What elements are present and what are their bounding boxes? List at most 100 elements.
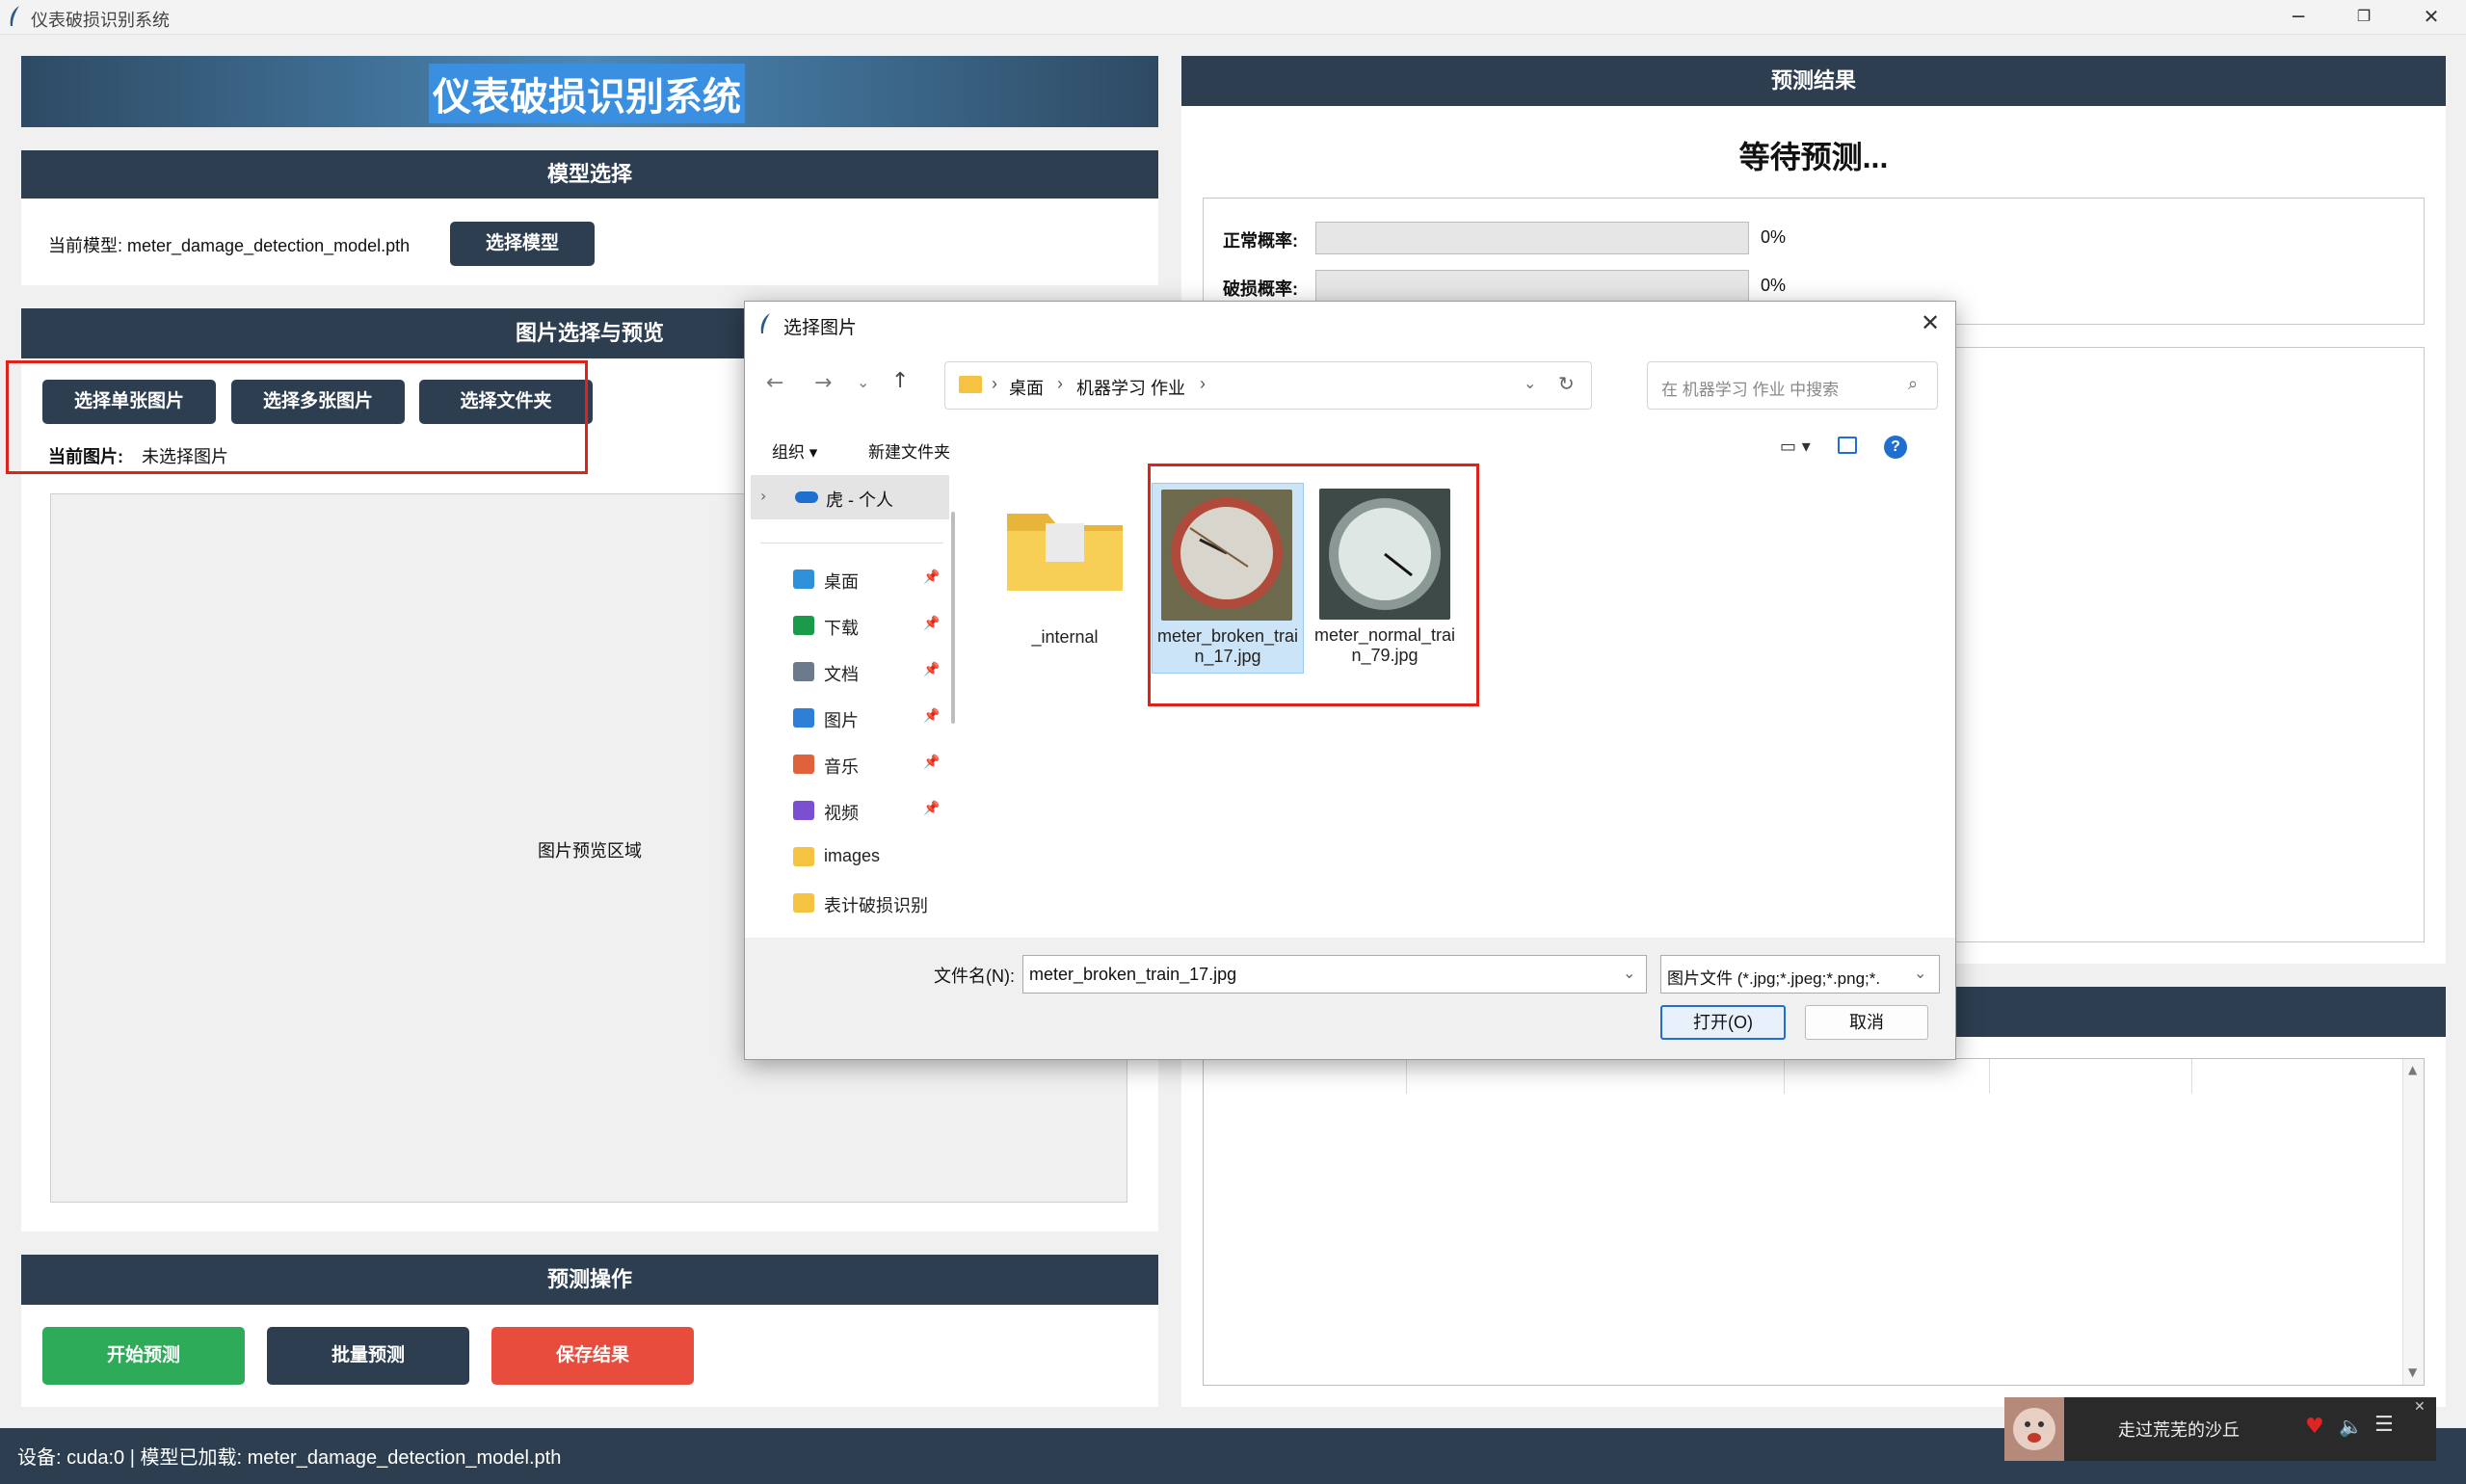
column-divider xyxy=(1406,1059,1407,1094)
search-box[interactable]: 在 机器学习 作业 中搜索 ⌕ xyxy=(1647,361,1938,410)
breadcrumb-ml-homework[interactable]: 机器学习 作业 xyxy=(1076,375,1185,400)
dialog-feather-icon xyxy=(760,313,770,333)
minimize-button[interactable]: ─ xyxy=(2271,0,2325,35)
restore-button[interactable]: ❐ xyxy=(2337,0,2391,35)
filename-input[interactable]: meter_broken_train_17.jpg ⌄ xyxy=(1022,955,1647,994)
select-image-dialog: 选择图片 ✕ ← → ⌄ ↑ › 桌面 › 机器学习 作业 › ⌄ ↻ 在 机器… xyxy=(744,301,1956,1060)
organize-menu[interactable]: 组织 ▾ xyxy=(772,438,817,463)
folder-icon xyxy=(959,376,982,393)
song-title: 走过荒芜的沙丘 xyxy=(2118,1420,2240,1440)
forward-arrow-icon[interactable]: → xyxy=(814,371,832,395)
nav-item[interactable]: 下载 📌 xyxy=(745,604,940,647)
playlist-icon[interactable]: ☰ xyxy=(2374,1413,2394,1437)
pin-icon[interactable]: 📌 xyxy=(923,801,940,816)
pin-icon[interactable]: 📌 xyxy=(923,662,940,677)
cloud-icon xyxy=(795,491,818,503)
search-input[interactable]: 在 机器学习 作业 中搜索 xyxy=(1661,376,1839,400)
up-arrow-icon[interactable]: ↑ xyxy=(891,369,909,393)
expand-chevron-icon[interactable]: › xyxy=(760,487,766,505)
select-model-button[interactable]: 选择模型 xyxy=(450,222,595,266)
pin-icon[interactable]: 📌 xyxy=(923,616,940,631)
nav-item[interactable]: 音乐 📌 xyxy=(745,743,940,785)
recent-dropdown-icon[interactable]: ⌄ xyxy=(857,373,869,391)
chevron-down-icon[interactable]: ⌄ xyxy=(1914,964,1927,982)
history-scrollbar[interactable]: ▲ ▼ xyxy=(2402,1059,2424,1385)
back-arrow-icon[interactable]: ← xyxy=(766,371,783,395)
desktop-icon xyxy=(793,570,814,589)
nav-item[interactable]: 表计破损识别 xyxy=(745,882,938,924)
help-icon[interactable]: ? xyxy=(1884,436,1907,459)
breadcrumb-separator: › xyxy=(992,374,997,393)
preview-pane-icon[interactable] xyxy=(1838,437,1857,454)
dialog-bottom-bar: 文件名(N): meter_broken_train_17.jpg ⌄ 图片文件… xyxy=(745,938,1955,1059)
scroll-up-icon[interactable]: ▲ xyxy=(2408,1063,2417,1076)
address-dropdown-icon[interactable]: ⌄ xyxy=(1524,374,1536,392)
start-predict-button[interactable]: 开始预测 xyxy=(42,1327,245,1385)
folder-icon xyxy=(793,847,814,866)
nav-item[interactable]: 图片 📌 xyxy=(745,697,940,739)
breadcrumb-separator: › xyxy=(1057,374,1063,393)
nav-item-onedrive[interactable]: › 虎 - 个人 xyxy=(751,475,949,519)
normal-prob-value: 0% xyxy=(1761,227,1787,247)
pin-icon[interactable]: 📌 xyxy=(923,708,940,724)
highlight-box-image-buttons xyxy=(6,360,588,474)
status-text: 设备: cuda:0 | 模型已加载: meter_damage_detecti… xyxy=(17,1447,562,1469)
heart-icon[interactable]: ♥ xyxy=(2305,1415,2324,1439)
file-name: _internal xyxy=(1031,627,1099,647)
app-title-banner: 仪表破损识别系统 xyxy=(21,56,1158,127)
broken-prob-value: 0% xyxy=(1761,276,1787,295)
file-list-area: _internal meter_broken_train_17.jpg mete… xyxy=(968,464,1951,938)
pin-icon[interactable]: 📌 xyxy=(923,755,940,770)
column-divider xyxy=(1989,1059,1990,1094)
chevron-down-icon[interactable]: ⌄ xyxy=(1623,964,1635,982)
close-window-button[interactable]: ✕ xyxy=(2404,0,2458,35)
folder-icon xyxy=(1007,514,1123,591)
column-divider xyxy=(2191,1059,2192,1094)
close-widget-icon[interactable]: ✕ xyxy=(2414,1399,2426,1415)
filetype-select[interactable]: 图片文件 (*.jpg;*.jpeg;*.png;*. ⌄ xyxy=(1660,955,1940,994)
nav-item[interactable]: 文档 📌 xyxy=(745,650,940,693)
scroll-down-icon[interactable]: ▼ xyxy=(2408,1365,2417,1379)
model-section-panel: 当前模型: meter_damage_detection_model.pth 选… xyxy=(21,199,1158,285)
download-icon xyxy=(793,616,814,635)
nav-item[interactable]: 视频 📌 xyxy=(745,789,940,832)
pin-icon[interactable]: 📌 xyxy=(923,570,940,585)
broken-prob-label: 破损概率: xyxy=(1223,279,1298,299)
dialog-close-button[interactable]: ✕ xyxy=(1921,309,1940,336)
column-divider xyxy=(1784,1059,1785,1094)
nav-item-label: images xyxy=(824,846,881,865)
nav-item-label: 下载 xyxy=(824,619,859,638)
normal-prob-bar xyxy=(1315,222,1749,254)
app-title: 仪表破损识别系统 xyxy=(429,64,745,123)
dialog-titlebar: 选择图片 ✕ xyxy=(745,302,1955,346)
new-folder-button[interactable]: 新建文件夹 xyxy=(868,438,950,463)
save-results-button[interactable]: 保存结果 xyxy=(491,1327,694,1385)
app-feather-icon xyxy=(10,6,19,26)
history-table[interactable]: ▲ ▼ xyxy=(1203,1058,2425,1386)
navigation-pane: › 虎 - 个人 桌面 📌 下载 📌 文档 📌 图片 📌 音乐 📌 视频 📌 images 表计破损识别 xyxy=(745,473,959,938)
address-bar[interactable]: › 桌面 › 机器学习 作业 › ⌄ ↻ xyxy=(944,361,1592,410)
breadcrumb-desktop[interactable]: 桌面 xyxy=(1009,375,1044,400)
batch-predict-button[interactable]: 批量预测 xyxy=(267,1327,469,1385)
nav-item-label: 音乐 xyxy=(824,757,859,777)
preview-placeholder-text: 图片预览区域 xyxy=(538,841,642,861)
highlight-box-files xyxy=(1148,464,1479,706)
nav-item[interactable]: images xyxy=(745,835,938,878)
nav-onedrive-label: 虎 - 个人 xyxy=(826,490,893,510)
refresh-icon[interactable]: ↻ xyxy=(1558,372,1575,395)
nav-item-label: 文档 xyxy=(824,665,859,684)
current-model-label: 当前模型: meter_damage_detection_model.pth xyxy=(48,236,411,255)
view-options-icon[interactable]: ▭ ▾ xyxy=(1780,437,1811,457)
search-icon[interactable]: ⌕ xyxy=(1908,374,1918,394)
video-icon xyxy=(793,801,814,820)
file-item-internal[interactable]: _internal xyxy=(990,485,1140,649)
volume-icon[interactable]: 🔈 xyxy=(2339,1415,2363,1438)
breadcrumb-separator: › xyxy=(1200,374,1206,393)
cancel-button[interactable]: 取消 xyxy=(1805,1005,1928,1040)
filename-label: 文件名(N): xyxy=(934,967,1015,986)
nav-item[interactable]: 桌面 📌 xyxy=(745,558,940,600)
music-widget[interactable]: 走过荒芜的沙丘 ♥ 🔈 ☰ ✕ xyxy=(2004,1397,2436,1461)
nav-scrollbar[interactable] xyxy=(951,512,955,724)
open-button[interactable]: 打开(O) xyxy=(1660,1005,1786,1040)
nav-item-label: 视频 xyxy=(824,804,859,823)
